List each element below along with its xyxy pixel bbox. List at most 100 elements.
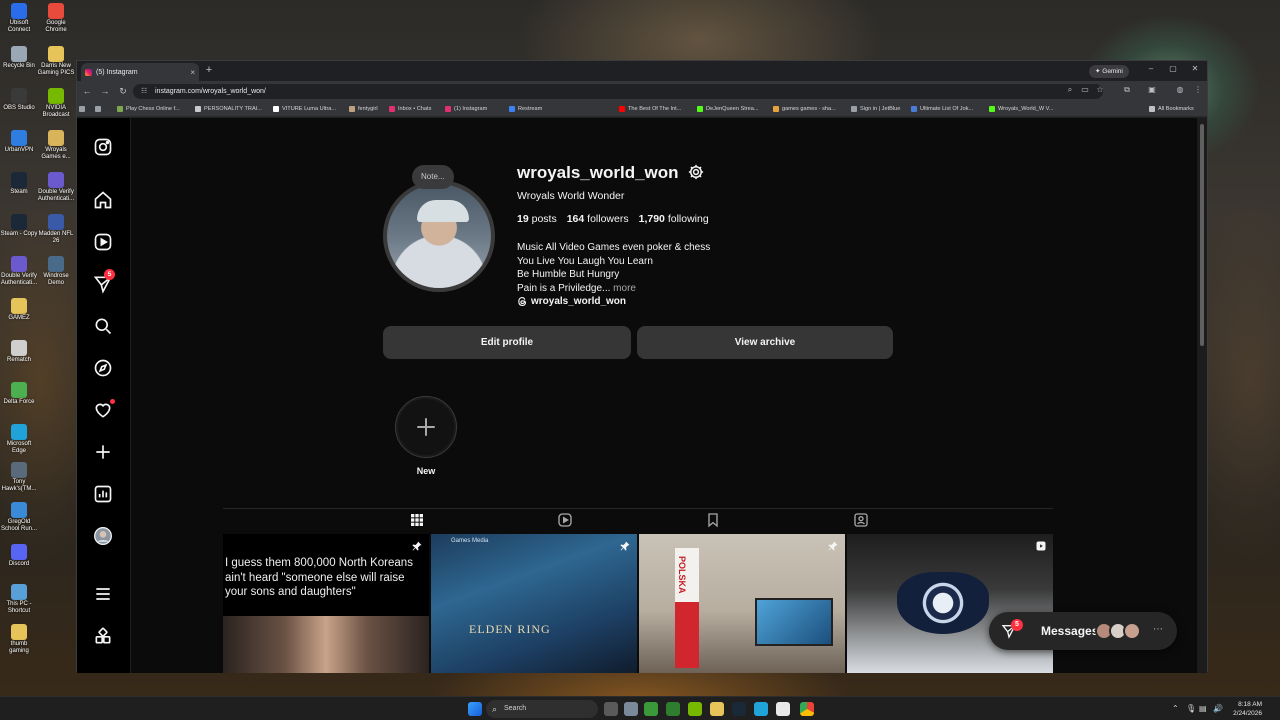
more-menu-icon[interactable] — [92, 583, 114, 605]
new-highlight-button[interactable] — [395, 396, 457, 458]
tab-close-icon[interactable]: × — [190, 68, 195, 77]
bookmark-item[interactable]: (1) Instagram — [445, 104, 487, 114]
followers-stat[interactable]: 164 followers — [567, 213, 629, 225]
maximize-icon[interactable]: ▢ — [1165, 64, 1181, 73]
create-plus-icon[interactable] — [92, 441, 114, 463]
microphone-icon[interactable]: 🎙 — [1186, 704, 1196, 713]
sidebar-toggle-icon[interactable]: ▣ — [1147, 85, 1157, 95]
tab-posts-grid-icon[interactable] — [408, 511, 426, 529]
desktop-icon[interactable]: Darris New Gaming PICS — [37, 46, 75, 77]
desktop-icon[interactable]: NVIDIA Broadcast — [37, 88, 75, 119]
steam-app-icon[interactable] — [732, 702, 746, 716]
post-tile[interactable]: I guess them 800,000 North Koreans ain't… — [223, 534, 429, 673]
settings-app-icon[interactable] — [624, 702, 638, 716]
messages-bubble[interactable]: 5 Messages ⋯ — [989, 612, 1177, 650]
also-from-meta-icon[interactable] — [92, 625, 114, 647]
desktop-icon[interactable]: Windrose Demo — [37, 256, 75, 287]
app-icon[interactable] — [776, 702, 790, 716]
scrollbar-thumb[interactable] — [1200, 124, 1204, 346]
desktop-icon[interactable]: Double Verify Authenticati... — [37, 172, 75, 203]
volume-icon[interactable]: 🔊 — [1213, 704, 1223, 713]
cast-icon[interactable]: ▭ — [1080, 85, 1090, 95]
search-icon[interactable] — [92, 315, 114, 337]
bookmark-item[interactable]: DeJenQueen Strea... — [697, 104, 759, 114]
bookmark-item[interactable]: Wroyals_World_W V... — [989, 104, 1054, 114]
bookmark-item[interactable]: Play Chess Online f... — [117, 104, 180, 114]
tab-tagged-icon[interactable] — [852, 511, 870, 529]
taskbar-clock[interactable]: 8:18 AM 2/24/2026 — [1228, 700, 1262, 718]
start-windows-icon[interactable] — [468, 702, 482, 716]
dashboard-icon[interactable] — [92, 483, 114, 505]
network-icon[interactable]: ▤ — [1199, 704, 1207, 713]
profile-avatar[interactable] — [92, 525, 114, 547]
bookmark-item[interactable]: Ultimate List Of Jok... — [911, 104, 973, 114]
desktop-icon[interactable]: Microsoft Edge — [0, 424, 38, 455]
post-tile[interactable]: POLSKA — [639, 534, 845, 673]
bookmark-item[interactable]: Inbox • Chats — [389, 104, 431, 114]
desktop-icon[interactable]: Steam — [0, 172, 38, 196]
note-bubble[interactable]: Note... — [412, 165, 454, 189]
file-explorer-icon[interactable] — [710, 702, 724, 716]
home-icon[interactable] — [92, 189, 114, 211]
desktop-icon[interactable]: Recycle Bin — [0, 46, 38, 70]
desktop-icon[interactable]: Delta Force — [0, 382, 38, 406]
desktop-icon[interactable]: UrbanVPN — [0, 130, 38, 154]
desktop-icon[interactable]: This PC - Shortcut — [0, 584, 38, 615]
profile-avatar-icon[interactable]: ◍ — [1175, 85, 1185, 95]
bookmark-item[interactable]: VITURE Luma Ultra... — [273, 104, 336, 114]
desktop-icon[interactable]: GregOld School Run... — [0, 502, 38, 533]
bookmark-item[interactable]: PERSONALITY TRAI... — [195, 104, 262, 114]
desktop-icon[interactable]: Madden NFL 26 — [37, 214, 75, 245]
tab-reels-icon[interactable] — [556, 511, 574, 529]
messages-nav-icon[interactable]: 5 — [92, 269, 115, 295]
notifications-heart-icon[interactable] — [92, 399, 115, 421]
post-tile[interactable]: Games Media ELDEN RING — [431, 534, 637, 673]
play-app-icon[interactable] — [644, 702, 658, 716]
xbox-app-icon[interactable] — [666, 702, 680, 716]
chrome-app-icon[interactable] — [800, 702, 814, 716]
new-tab-button[interactable]: + — [203, 64, 215, 76]
edit-profile-button[interactable]: Edit profile — [383, 326, 631, 359]
desktop-icon[interactable]: Wroyals Games e... — [37, 130, 75, 161]
desktop-icon[interactable]: Rematch — [0, 340, 38, 364]
desktop-icon[interactable]: Ubisoft Connect — [0, 3, 38, 34]
more-dots-icon[interactable]: ⋯ — [1153, 624, 1163, 635]
desktop-icon[interactable]: thumb gaming — [0, 624, 38, 655]
nvidia-app-icon[interactable] — [688, 702, 702, 716]
close-window-icon[interactable]: ✕ — [1187, 64, 1203, 73]
taskbar-search[interactable]: Search — [486, 700, 598, 718]
desktop-icon[interactable]: GAMEZ — [0, 298, 38, 322]
reels-icon[interactable] — [92, 231, 114, 253]
bookmark-star-icon[interactable]: ☆ — [1095, 85, 1105, 95]
zoom-icon[interactable]: ⌕ — [1065, 85, 1075, 95]
apps-icon[interactable] — [79, 104, 88, 114]
following-stat[interactable]: 1,790 following — [639, 213, 709, 225]
bookmark-item[interactable]: fentygirl — [349, 104, 378, 114]
minimize-icon[interactable]: – — [1143, 64, 1159, 73]
task-view-icon[interactable] — [604, 702, 618, 716]
tab-instagram[interactable]: (5) Instagram × — [81, 63, 199, 81]
tray-chevron-icon[interactable]: ⌃ — [1172, 704, 1179, 713]
desktop-icon[interactable]: Double Verify Authenticati... — [0, 256, 38, 287]
explore-icon[interactable] — [92, 357, 114, 379]
forward-icon[interactable]: → — [99, 85, 111, 97]
tab-groups-icon[interactable] — [95, 104, 104, 114]
desktop-icon[interactable]: OBS Studio — [0, 88, 38, 112]
instagram-logo-icon[interactable] — [92, 136, 114, 158]
settings-gear-icon[interactable] — [687, 163, 705, 181]
bookmark-item[interactable]: games games - sha... — [773, 104, 836, 114]
site-info-icon[interactable]: ☷ — [141, 84, 147, 99]
bio-more-link[interactable]: more — [613, 283, 636, 294]
desktop-icon[interactable]: Tony Hawk's(TM... — [0, 462, 38, 493]
bookmark-item[interactable]: Restream — [509, 104, 542, 114]
desktop-icon[interactable]: Discord — [0, 544, 38, 568]
edge-app-icon[interactable] — [754, 702, 768, 716]
page-scrollbar[interactable] — [1197, 118, 1207, 673]
back-icon[interactable]: ← — [81, 85, 93, 97]
profile-picture[interactable] — [383, 180, 495, 292]
bookmark-item[interactable]: Sign in | JetBlue — [851, 104, 900, 114]
post-tile[interactable] — [847, 534, 1053, 673]
address-bar[interactable]: ☷ instagram.com/wroyals_world_won/ — [133, 84, 1103, 99]
threads-link[interactable]: wroyals_world_won — [517, 296, 626, 307]
menu-kebab-icon[interactable]: ⋮ — [1193, 85, 1203, 95]
